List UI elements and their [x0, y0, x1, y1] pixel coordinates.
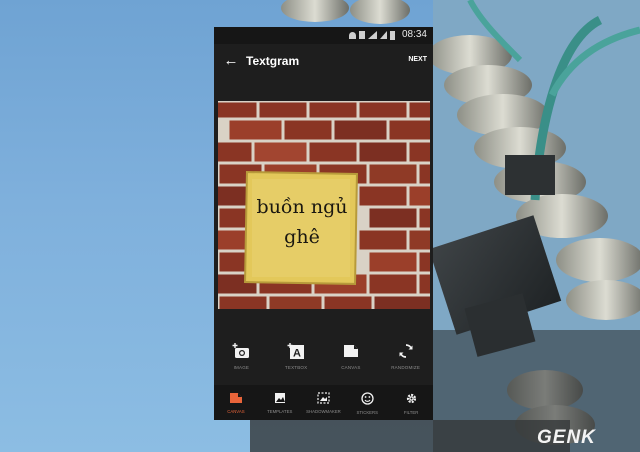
nav-templates[interactable]: TEMPLATES — [258, 385, 302, 420]
tool-randomize[interactable]: RANDOMIZE — [378, 340, 433, 380]
gear-icon — [406, 393, 416, 404]
nav-canvas-label: CANVAS — [227, 409, 245, 414]
nav-filter-label: FILTER — [403, 410, 419, 415]
status-icons — [349, 30, 395, 40]
nav-shadowmaker[interactable]: SHADOWMAKER — [302, 385, 346, 420]
tool-textbox[interactable]: A TEXTBOX — [269, 340, 324, 380]
nav-filter[interactable]: FILTER — [389, 385, 433, 420]
nav-stickers-label: STICKERS — [356, 410, 379, 415]
next-button[interactable]: NEXT — [408, 56, 427, 63]
add-text-icon: A — [287, 340, 305, 362]
back-arrow-icon[interactable]: ← — [222, 52, 240, 70]
wifi-icon — [349, 31, 356, 39]
signal-icon — [368, 31, 377, 39]
tool-image[interactable]: IMAGE — [214, 340, 269, 380]
tool-canvas-label: CANVAS — [341, 365, 361, 370]
bottom-nav: CANVAS TEMPLATES SHADOWMAKER STICKERS FI… — [214, 385, 433, 420]
canvas-text-line1: buồn ngủ — [257, 196, 348, 218]
tool-image-label: IMAGE — [233, 365, 250, 370]
signal-icon-2 — [380, 31, 387, 39]
shadow-icon — [317, 392, 330, 404]
nfc-icon — [359, 31, 365, 39]
svg-text:A: A — [293, 348, 301, 360]
app-bar: ← Textgram NEXT — [214, 44, 433, 80]
canvas-icon — [343, 340, 359, 362]
app-title: Textgram — [246, 54, 300, 68]
phone-screen: 08:34 ← Textgram NEXT buồn ngủ ghê IMAGE… — [214, 27, 433, 420]
add-photo-icon — [232, 340, 250, 362]
status-time: 08:34 — [401, 29, 427, 40]
canvas-text[interactable]: buồn ngủ ghê — [218, 101, 430, 309]
canvas-text-line2: ghê — [284, 226, 320, 248]
nav-stickers[interactable]: STICKERS — [345, 385, 389, 420]
tool-canvas[interactable]: CANVAS — [324, 340, 379, 380]
tool-randomize-label: RANDOMIZE — [391, 365, 421, 370]
smiley-icon — [361, 392, 374, 405]
randomize-icon — [398, 340, 414, 362]
nav-templates-label: TEMPLATES — [267, 409, 293, 414]
genk-watermark-logo: GENK — [537, 427, 596, 448]
battery-icon — [390, 30, 395, 40]
status-bar: 08:34 — [214, 27, 433, 44]
tool-row: IMAGE A TEXTBOX CANVAS RANDOMIZE — [214, 340, 433, 380]
nav-shadowmaker-label: SHADOWMAKER — [306, 409, 341, 414]
nav-canvas[interactable]: CANVAS — [214, 385, 258, 420]
canvas-icon — [229, 393, 242, 403]
editor-canvas[interactable]: buồn ngủ ghê — [218, 101, 430, 309]
image-icon — [274, 393, 285, 403]
tool-textbox-label: TEXTBOX — [284, 365, 308, 370]
